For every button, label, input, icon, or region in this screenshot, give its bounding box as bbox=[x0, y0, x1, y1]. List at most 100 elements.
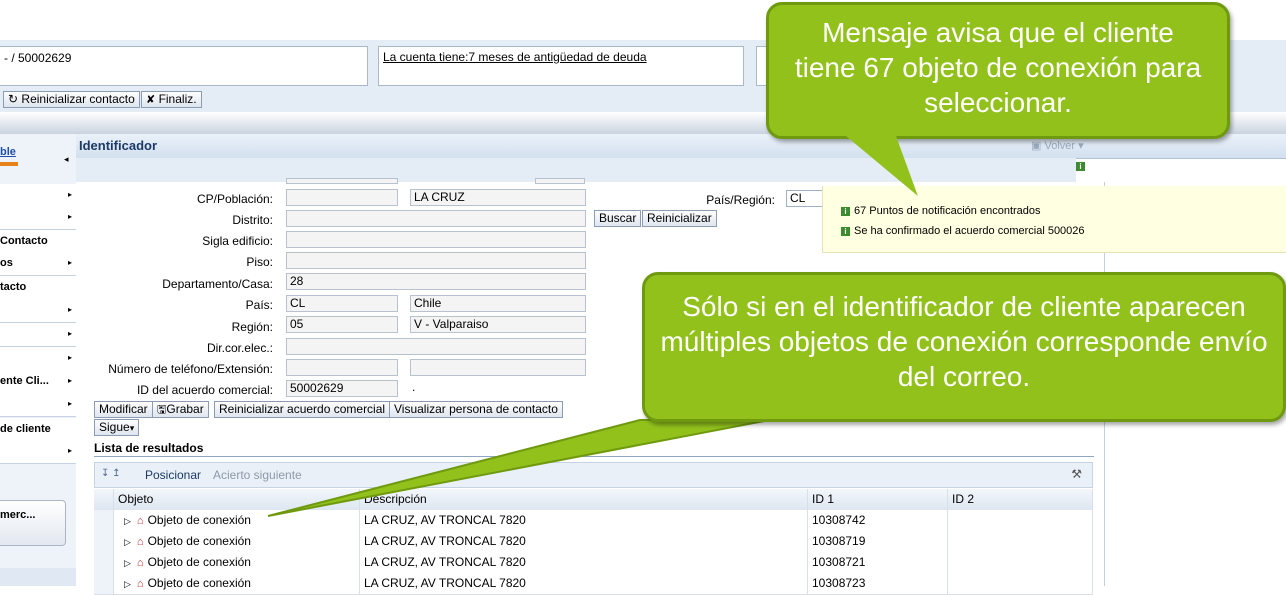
sidebar-item[interactable]: ▸ bbox=[0, 206, 76, 230]
back-button[interactable]: ▣ Volver ▾ bbox=[1031, 139, 1084, 152]
info-icon: i bbox=[841, 226, 850, 236]
object-cell[interactable]: ▷ ⌂ Objeto de conexión bbox=[114, 552, 360, 573]
sidebar-item[interactable]: ▸ bbox=[0, 347, 76, 371]
object-cell[interactable]: ▷ ⌂ Objeto de conexión bbox=[114, 510, 360, 531]
column-header-id2[interactable]: ID 2 bbox=[948, 489, 1093, 510]
sidebar-item-label: Contacto bbox=[0, 235, 48, 247]
next-label: Sigue bbox=[99, 420, 130, 434]
floor-field[interactable] bbox=[286, 252, 586, 269]
chevron-right-icon: ▸ bbox=[67, 353, 72, 362]
region-label: Región: bbox=[231, 320, 273, 334]
expand-icon[interactable]: ▷ bbox=[124, 558, 131, 568]
column-header-object[interactable]: Objeto bbox=[114, 489, 360, 510]
sidebar-item[interactable]: ▸ bbox=[0, 299, 76, 323]
sidebar-item[interactable]: ▸ bbox=[0, 184, 76, 208]
logo: ble bbox=[0, 144, 60, 174]
country-region-label: País/Región: bbox=[706, 193, 775, 207]
id2-cell bbox=[948, 510, 1093, 531]
sidebar-item[interactable]: os ▸ bbox=[0, 252, 76, 276]
object-cell[interactable]: ▷ ⌂ Objeto de conexión bbox=[114, 531, 360, 552]
description-cell: LA CRUZ, AV TRONCAL 7820 bbox=[360, 573, 808, 594]
cp-field[interactable] bbox=[286, 189, 398, 206]
refresh-icon: ↻ bbox=[8, 92, 19, 106]
table-row[interactable]: ▷ ⌂ Objeto de conexión LA CRUZ, AV TRONCAL … bbox=[94, 573, 1093, 595]
reset-contact-button[interactable]: ↻ Reinicializar contacto bbox=[3, 91, 140, 108]
sidebar-item[interactable]: ▸ bbox=[0, 323, 76, 347]
message-2: i Se ha confirmado el acuerdo comercial 5… bbox=[841, 225, 1085, 237]
position-link[interactable]: Posicionar bbox=[145, 468, 201, 482]
message-1-text: 67 Puntos de notificación encontrados bbox=[854, 205, 1041, 217]
sidebar-item[interactable]: de cliente bbox=[0, 418, 76, 442]
object-cell[interactable]: ▷ ⌂ Objeto de conexión bbox=[114, 573, 360, 594]
view-contact-button[interactable]: Visualizar persona de contacto bbox=[389, 401, 563, 418]
hidden-field-2[interactable] bbox=[535, 178, 585, 184]
region-code-field[interactable]: 05 bbox=[286, 316, 398, 333]
table-row[interactable]: ▷ ⌂ Objeto de conexión LA CRUZ, AV TRONCAL … bbox=[94, 552, 1093, 574]
chevron-right-icon: ▸ bbox=[67, 399, 72, 408]
reset-agreement-button[interactable]: Reinicializar acuerdo comercial bbox=[214, 401, 391, 418]
apartment-label: Departamento/Casa: bbox=[162, 277, 273, 291]
chevron-right-icon: ▸ bbox=[67, 376, 72, 385]
row-selector[interactable] bbox=[94, 573, 114, 594]
sidebar-item[interactable]: Contacto bbox=[0, 230, 76, 254]
column-header-id1[interactable]: ID 1 bbox=[808, 489, 948, 510]
description-cell: LA CRUZ, AV TRONCAL 7820 bbox=[360, 552, 808, 573]
callout-middle-text: Sólo si en el identificador de cliente a… bbox=[660, 291, 1268, 392]
district-field[interactable] bbox=[286, 210, 586, 227]
phone-field[interactable] bbox=[286, 359, 398, 376]
modify-button[interactable]: Modificar bbox=[94, 401, 153, 418]
id2-cell bbox=[948, 573, 1093, 594]
hidden-field-1[interactable] bbox=[286, 178, 398, 184]
settings-icon[interactable]: ⚒ bbox=[1071, 467, 1082, 481]
callout-top: Mensaje avisa que el cliente tiene 67 ob… bbox=[766, 2, 1230, 139]
chevron-right-icon: ▸ bbox=[67, 258, 72, 267]
next-button[interactable]: Sigue▾ bbox=[94, 419, 140, 436]
expand-icon[interactable]: ▷ bbox=[124, 516, 131, 526]
building-field[interactable] bbox=[286, 231, 586, 248]
search-button[interactable]: Buscar bbox=[594, 210, 642, 227]
finalize-button[interactable]: ✘ Finaliz. bbox=[141, 91, 202, 108]
id2-cell bbox=[948, 552, 1093, 573]
results-title-underline bbox=[94, 456, 1094, 457]
apartment-field[interactable]: 28 bbox=[286, 273, 586, 290]
description-cell: LA CRUZ, AV TRONCAL 7820 bbox=[360, 510, 808, 531]
object-label: Objeto de conexión bbox=[147, 576, 251, 590]
callout-top-text: Mensaje avisa que el cliente tiene 67 ob… bbox=[794, 17, 1202, 118]
agreement-field[interactable]: 50002629 bbox=[286, 380, 398, 397]
row-selector[interactable] bbox=[94, 552, 114, 573]
sidebar-item[interactable]: ente Cli... ▸ bbox=[0, 370, 76, 394]
info-icon: i bbox=[1076, 161, 1085, 171]
nav-collapse-icon[interactable]: ◂ bbox=[64, 154, 69, 165]
expand-icon[interactable]: ▷ bbox=[124, 579, 131, 589]
sidebar-item-label: de cliente bbox=[0, 423, 51, 435]
country-code-field[interactable]: CL bbox=[286, 295, 398, 312]
table-row[interactable]: ▷ ⌂ Objeto de conexión LA CRUZ, AV TRONCAL … bbox=[94, 531, 1093, 553]
phone-label: Número de teléfono/Extensión: bbox=[108, 362, 273, 376]
phone-ext-field[interactable] bbox=[410, 359, 586, 376]
messages-panel: i 67 Puntos de notificación encontrados i… bbox=[822, 186, 1286, 253]
column-header-description[interactable]: Descripción bbox=[360, 489, 808, 510]
table-row[interactable]: ▷ ⌂ Objeto de conexión LA CRUZ, AV TRONCAL … bbox=[94, 510, 1093, 532]
finalize-label: Finaliz. bbox=[158, 92, 197, 106]
sidebar-item[interactable]: ▸ bbox=[0, 440, 76, 464]
sidebar-item[interactable]: tacto bbox=[0, 276, 76, 300]
reset-button[interactable]: Reinicializar bbox=[642, 210, 717, 227]
results-toolbar: ↧ ↥ Posicionar Acierto siguiente ⚒ bbox=[94, 462, 1093, 488]
chevron-right-icon: ▸ bbox=[67, 446, 72, 455]
save-button[interactable]: 🖫Grabar bbox=[152, 401, 209, 418]
save-icon: 🖫 bbox=[157, 404, 167, 416]
row-selector[interactable] bbox=[94, 510, 114, 531]
city-field[interactable]: LA CRUZ bbox=[410, 189, 586, 206]
object-label: Objeto de conexión bbox=[147, 555, 251, 569]
debt-message[interactable]: La cuenta tiene:7 meses de antigüedad de… bbox=[383, 50, 647, 64]
message-1: i 67 Puntos de notificación encontrados bbox=[841, 205, 1041, 217]
expand-icon[interactable]: ▷ bbox=[124, 537, 131, 547]
next-hit-link[interactable]: Acierto siguiente bbox=[213, 468, 302, 482]
email-label: Dir.cor.elec.: bbox=[206, 341, 273, 355]
messages-toggle[interactable]: i bbox=[1076, 160, 1096, 180]
country-region-field[interactable]: CL bbox=[786, 190, 826, 207]
row-selector[interactable] bbox=[94, 531, 114, 552]
email-field[interactable] bbox=[286, 338, 586, 355]
sidebar-item[interactable]: ▸ bbox=[0, 393, 76, 417]
nav-bottom-button[interactable]: merc... bbox=[0, 500, 66, 546]
